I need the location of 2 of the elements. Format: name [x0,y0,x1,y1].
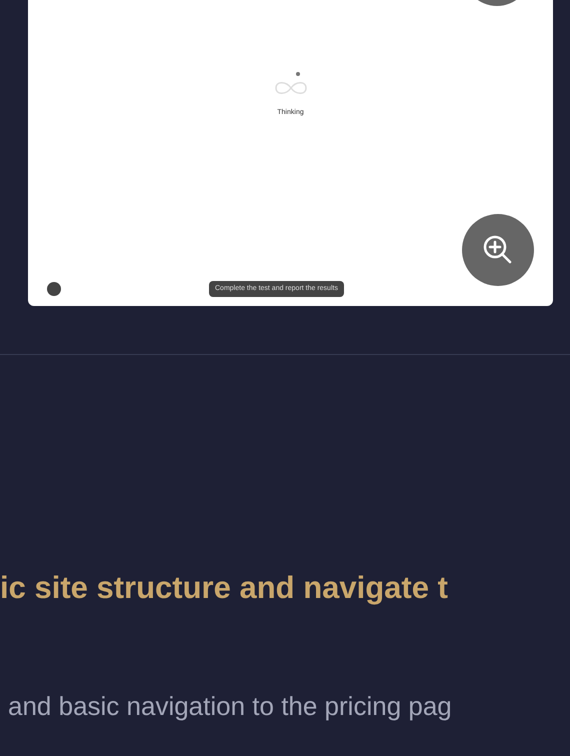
section-subtitle: and basic navigation to the pricing pag [7,690,453,722]
section-heading: ic site structure and navigate t [0,569,449,607]
